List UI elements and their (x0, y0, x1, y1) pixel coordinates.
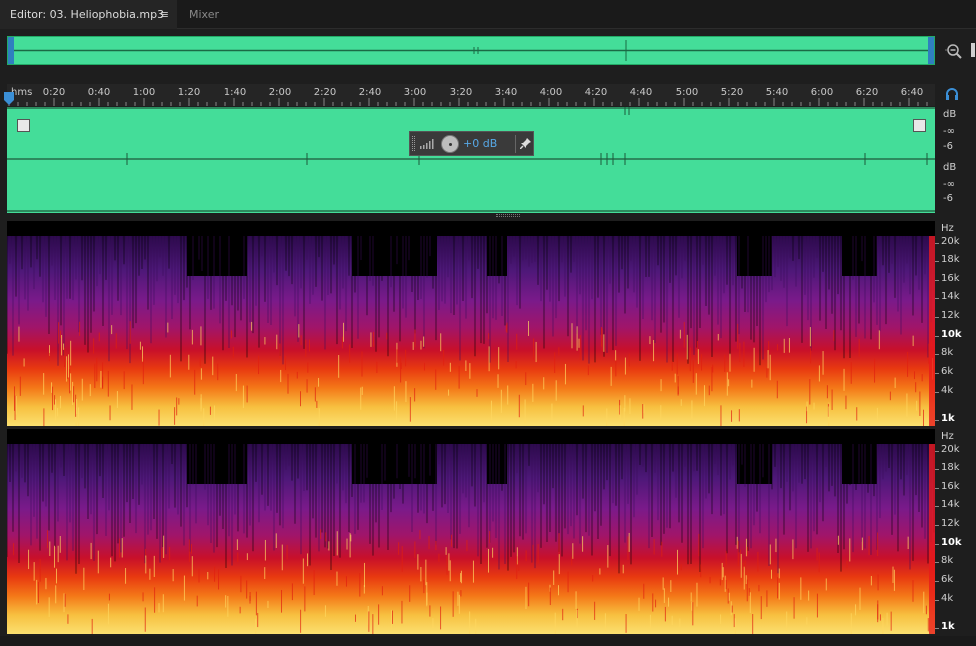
tab-menu-icon[interactable]: ≡ (160, 0, 169, 29)
hz-tick-label: 20k (941, 236, 960, 247)
hud-grip[interactable] (412, 136, 415, 151)
hz-unit: Hz (941, 223, 954, 234)
hz-tick-mark (935, 317, 939, 318)
hz-tick-label: 6k (941, 574, 954, 585)
hz-tick-label: 20k (941, 444, 960, 455)
hz-tick-mark (935, 336, 939, 337)
fade-in-handle[interactable] (17, 119, 30, 132)
hud-separator (515, 135, 516, 153)
waveform-panel[interactable] (7, 107, 935, 213)
hz-tick-mark (935, 243, 939, 244)
tab-bar: Editor: 03. Heliophobia.mp3 ≡ Mixer (0, 0, 976, 29)
hz-tick-mark (935, 469, 939, 470)
overview-wave-line (14, 40, 928, 61)
hz-tick-mark (935, 581, 939, 582)
hz-tick-label: 4k (941, 385, 954, 396)
db-scale: dB -∞ -6 dB -∞ -6 (935, 107, 976, 213)
hz-unit: Hz (941, 431, 954, 442)
ruler-tick-marks (8, 98, 928, 106)
hz-tick-mark (935, 562, 939, 563)
hz-tick-label: 8k (941, 555, 954, 566)
panel-divider-grip[interactable] (496, 214, 520, 217)
db-unit-ch2: dB (943, 162, 957, 173)
hz-tick-label: 14k (941, 499, 960, 510)
db-minus6-ch1: -6 (943, 141, 953, 152)
tab-editor[interactable]: Editor: 03. Heliophobia.mp3 ≡ (0, 0, 177, 29)
tab-mixer[interactable]: Mixer (179, 0, 229, 29)
hz-tick-label: 12k (941, 310, 960, 321)
hz-tick-label: 1k (941, 413, 955, 424)
spectrogram-channel-2[interactable] (7, 429, 935, 634)
hz-tick-mark (935, 420, 939, 421)
hz-tick-label: 16k (941, 273, 960, 284)
db-inf-ch2: -∞ (943, 179, 955, 190)
hz-tick-label: 18k (941, 254, 960, 265)
hz-tick-mark (935, 392, 939, 393)
volume-value[interactable]: +0 dB (463, 137, 497, 150)
frequency-scale-ch1: Hz 20k 18k 16k 14k 12k 10k 8k 6k 4k 1k (935, 221, 976, 426)
db-minus6-ch2: -6 (943, 193, 953, 204)
pin-icon[interactable] (520, 137, 532, 149)
waveform-lines (7, 107, 935, 212)
volume-knob[interactable] (441, 135, 459, 153)
hz-tick-mark (935, 544, 939, 545)
hz-tick-label: 8k (941, 347, 954, 358)
hz-tick-label: 6k (941, 366, 954, 377)
hz-tick-mark (935, 488, 939, 489)
overview-right-handle[interactable] (928, 37, 934, 64)
hz-tick-label: 1k (941, 621, 955, 632)
overview-left-handle[interactable] (8, 37, 14, 64)
time-ruler[interactable]: hms 0:20 0:40 1:00 1:20 1:40 2:00 2:20 2… (7, 84, 935, 106)
hz-tick-label: 12k (941, 518, 960, 529)
db-unit-ch1: dB (943, 109, 957, 120)
hz-tick-mark (935, 261, 939, 262)
hz-tick-label: 14k (941, 291, 960, 302)
spectrogram-channel-1[interactable] (7, 221, 935, 426)
hz-tick-label: 4k (941, 593, 954, 604)
hz-tick-mark (935, 373, 939, 374)
hz-tick-mark (935, 280, 939, 281)
tab-editor-label: Editor: 03. Heliophobia.mp3 (10, 8, 165, 21)
fade-out-handle[interactable] (913, 119, 926, 132)
hz-tick-mark (935, 354, 939, 355)
tab-mixer-label: Mixer (189, 8, 220, 21)
hz-tick-label: 10k (941, 537, 962, 548)
headphones-icon[interactable] (945, 87, 959, 101)
hz-tick-mark (935, 600, 939, 601)
hz-tick-label: 16k (941, 481, 960, 492)
hz-tick-mark (935, 298, 939, 299)
spectral-streaks (7, 444, 935, 634)
hz-tick-label: 10k (941, 329, 962, 340)
frequency-scale-ch2: Hz 20k 18k 16k 14k 12k 10k 8k 6k 4k 1k (935, 429, 976, 634)
spectral-streaks (7, 236, 935, 426)
hz-tick-mark (935, 525, 939, 526)
hz-tick-mark (935, 628, 939, 629)
db-inf-ch1: -∞ (943, 126, 955, 137)
hz-tick-mark (935, 451, 939, 452)
panel-edge (971, 43, 975, 57)
volume-hud[interactable]: +0 dB (409, 131, 534, 156)
bottom-bar (0, 636, 976, 646)
overview-waveform[interactable] (7, 36, 935, 65)
zoom-out-magnifier-icon[interactable] (945, 42, 963, 60)
hz-tick-label: 18k (941, 462, 960, 473)
playhead-marker[interactable] (3, 92, 15, 106)
hz-tick-mark (935, 506, 939, 507)
volume-bars-icon (420, 139, 434, 149)
